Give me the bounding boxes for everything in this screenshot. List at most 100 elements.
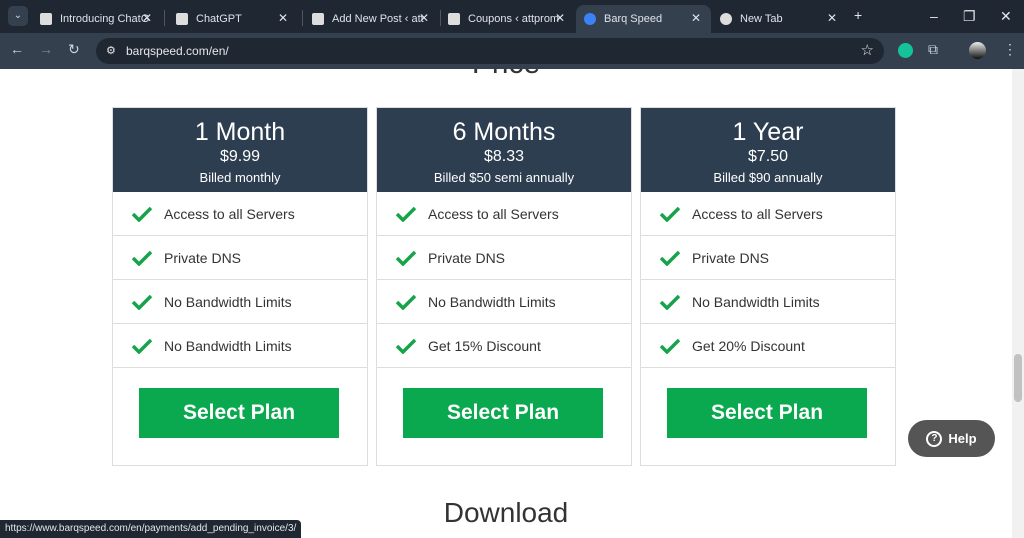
feature-item: Private DNS [113, 236, 367, 280]
url-text[interactable]: barqspeed.com/en/ [126, 44, 229, 58]
feature-item: Get 15% Discount [377, 324, 631, 368]
plan-header: 1 Year $7.50 Billed $90 annually [641, 108, 895, 192]
feature-item: Access to all Servers [113, 192, 367, 236]
plan-billing: Billed $90 annually [713, 170, 823, 185]
feature-item: No Bandwidth Limits [113, 280, 367, 324]
feature-item: Access to all Servers [641, 192, 895, 236]
chatgpt-icon [176, 13, 188, 25]
plan-billing: Billed $50 semi annually [433, 170, 575, 185]
bookmark-star-icon[interactable]: ☆ [861, 38, 874, 64]
feature-label: No Bandwidth Limits [164, 293, 292, 310]
checkmark-icon [131, 250, 153, 266]
browser-toolbar: ← → ↻ ⚙ barqspeed.com/en/ ☆ ⧉ ⋮ [0, 33, 1024, 69]
checkmark-icon [659, 250, 681, 266]
site-icon [312, 13, 324, 25]
barq-speed-icon [584, 13, 596, 25]
plan-name: 1 Month [194, 118, 286, 146]
feature-label: Access to all Servers [428, 205, 559, 222]
tab-5[interactable]: New Tab ✕ [712, 5, 847, 33]
feature-label: No Bandwidth Limits [692, 293, 820, 310]
page-viewport: Price 1 Month $9.99 Billed monthly Access t… [0, 69, 1012, 538]
checkmark-icon [659, 206, 681, 222]
tab-1[interactable]: ChatGPT ✕ [168, 5, 298, 33]
plan-billing: Billed monthly [199, 170, 281, 185]
tab-title: Barq Speed [604, 13, 663, 25]
forward-icon[interactable]: → [39, 41, 53, 57]
close-tab-icon[interactable]: ✕ [555, 11, 565, 25]
select-plan-button[interactable]: Select Plan [139, 388, 339, 438]
feature-item: Get 20% Discount [641, 324, 895, 368]
close-tab-icon[interactable]: ✕ [827, 11, 837, 25]
divider [302, 10, 303, 26]
chatgpt-icon [40, 13, 52, 25]
section-title: Price [0, 69, 1012, 81]
feature-label: Get 15% Discount [428, 337, 541, 354]
tab-3[interactable]: Coupons ‹ attprom ✕ [440, 5, 575, 33]
checkmark-icon [131, 294, 153, 310]
select-plan-button[interactable]: Select Plan [403, 388, 603, 438]
plan-price: $7.50 [747, 148, 789, 165]
plan-header: 6 Months $8.33 Billed $50 semi annually [377, 108, 631, 192]
close-tab-icon[interactable]: ✕ [278, 11, 288, 25]
tab-strip: ⌄ Introducing ChatG ✕ ChatGPT ✕ Add New Po… [0, 0, 1024, 33]
site-icon [448, 13, 460, 25]
plan-card: 1 Year $7.50 Billed $90 annually Access to … [640, 107, 896, 466]
divider [164, 10, 165, 26]
profile-avatar[interactable] [969, 42, 986, 59]
feature-item: Access to all Servers [377, 192, 631, 236]
tab-title: ChatGPT [196, 13, 242, 25]
tab-2[interactable]: Add New Post ‹ att ✕ [304, 5, 439, 33]
grammarly-extension-icon[interactable] [898, 43, 913, 58]
feature-item: No Bandwidth Limits [641, 280, 895, 324]
select-plan-button[interactable]: Select Plan [667, 388, 867, 438]
status-bar-url: https://www.barqspeed.com/en/payments/ad… [0, 520, 302, 538]
site-info-icon[interactable]: ⚙ [106, 38, 116, 64]
checkmark-icon [395, 250, 417, 266]
feature-label: Access to all Servers [164, 205, 295, 222]
feature-label: No Bandwidth Limits [164, 337, 292, 354]
checkmark-icon [131, 206, 153, 222]
reload-icon[interactable]: ↻ [68, 41, 80, 58]
scrollbar[interactable] [1012, 69, 1024, 538]
feature-label: Private DNS [164, 249, 242, 266]
close-tab-icon[interactable]: ✕ [142, 11, 152, 25]
feature-item: Private DNS [641, 236, 895, 280]
checkmark-icon [395, 206, 417, 222]
chrome-icon [720, 13, 732, 25]
restore-button[interactable]: ❐ [963, 8, 976, 25]
plan-card: 1 Month $9.99 Billed monthly Access to all … [112, 107, 368, 466]
feature-label: Private DNS [428, 249, 506, 266]
back-icon[interactable]: ← [10, 41, 24, 57]
tab-title: New Tab [740, 13, 783, 25]
extensions-icon[interactable]: ⧉ [928, 41, 938, 58]
minimize-button[interactable]: – [930, 8, 938, 24]
address-bar[interactable]: ⚙ barqspeed.com/en/ ☆ [96, 38, 884, 64]
help-label: Help [948, 431, 977, 446]
plan-header: 1 Month $9.99 Billed monthly [113, 108, 367, 192]
close-tab-icon[interactable]: ✕ [419, 11, 429, 25]
tab-0[interactable]: Introducing ChatG ✕ [32, 5, 162, 33]
new-tab-button[interactable]: + [854, 7, 862, 23]
scrollbar-thumb[interactable] [1014, 354, 1022, 402]
menu-icon[interactable]: ⋮ [1003, 41, 1017, 58]
tab-search-button[interactable]: ⌄ [8, 6, 28, 26]
feature-label: Private DNS [692, 249, 770, 266]
close-tab-icon[interactable]: ✕ [691, 11, 701, 25]
checkmark-icon [659, 294, 681, 310]
help-button[interactable]: ? Help [908, 420, 995, 457]
feature-item: No Bandwidth Limits [113, 324, 367, 368]
feature-label: No Bandwidth Limits [428, 293, 556, 310]
close-window-button[interactable]: ✕ [1000, 8, 1012, 25]
plan-price: $8.33 [483, 148, 525, 165]
plan-name: 6 Months [452, 118, 556, 146]
checkmark-icon [395, 338, 417, 354]
plan-card: 6 Months $8.33 Billed $50 semi annually Acc… [376, 107, 632, 466]
tab-title: Add New Post ‹ att [332, 13, 424, 25]
tab-title: Coupons ‹ attprom [468, 13, 560, 25]
help-question-icon: ? [926, 430, 943, 447]
plan-price: $9.99 [219, 148, 261, 165]
plan-name: 1 Year [732, 118, 804, 146]
feature-item: Private DNS [377, 236, 631, 280]
tab-4-active[interactable]: Barq Speed ✕ [576, 5, 711, 33]
feature-label: Access to all Servers [692, 205, 823, 222]
